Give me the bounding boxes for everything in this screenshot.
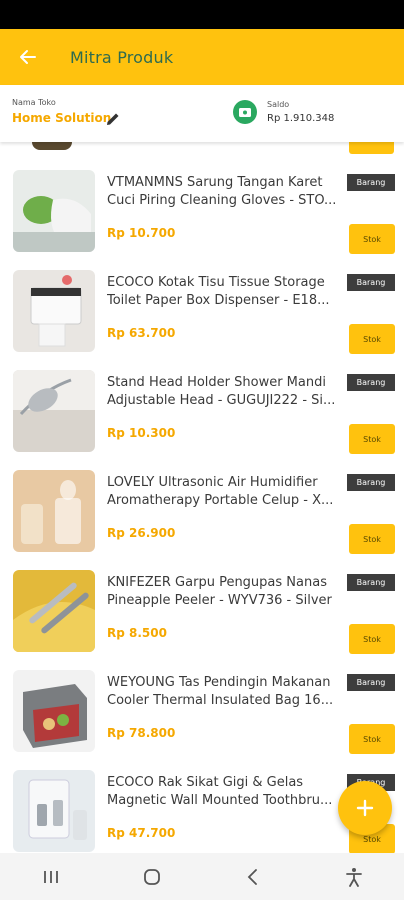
accessibility-icon (345, 867, 362, 887)
product-type-badge: Barang (347, 274, 395, 291)
edit-store-button[interactable] (105, 111, 125, 131)
back-icon (247, 868, 257, 885)
home-icon (143, 868, 160, 885)
system-nav-bar (0, 853, 404, 900)
product-price: Rp 63.700 (107, 326, 176, 340)
system-back-button[interactable] (233, 857, 273, 897)
recents-icon (43, 870, 58, 883)
arrow-left-icon (20, 50, 36, 64)
product-card[interactable]: ECOCO Kotak Tisu Tissue Storage Toilet P… (0, 242, 404, 354)
product-type-badge: Barang (347, 474, 395, 491)
product-card[interactable]: VTMANMNS Sarung Tangan Karet Cuci Piring… (0, 142, 404, 254)
saldo-label: Saldo (267, 100, 290, 109)
product-image-toothbrush-rack (13, 770, 95, 852)
product-type-badge: Barang (347, 374, 395, 391)
product-price: Rp 78.800 (107, 726, 176, 740)
product-name: WEYOUNG Tas Pendingin Makanan Cooler The… (107, 675, 334, 708)
page-title: Mitra Produk (70, 47, 174, 67)
product-price: Rp 47.700 (107, 826, 176, 840)
product-name: VTMANMNS Sarung Tangan Karet Cuci Piring… (107, 175, 337, 208)
home-button[interactable] (132, 857, 172, 897)
product-name: LOVELY Ultrasonic Air Humidifier Aromath… (107, 475, 334, 508)
pencil-icon (107, 113, 119, 125)
product-price: Rp 10.300 (107, 426, 176, 440)
product-name: KNIFEZER Garpu Pengupas Nanas Pineapple … (107, 575, 332, 608)
product-name: ECOCO Rak Sikat Gigi & Gelas Magnetic Wa… (107, 775, 333, 808)
store-name-label: Nama Toko (12, 98, 56, 107)
product-name: ECOCO Kotak Tisu Tissue Storage Toilet P… (107, 275, 330, 308)
plus-icon (356, 799, 374, 817)
product-image-shower-holder (13, 370, 95, 452)
status-bar (0, 0, 404, 29)
store-info-bar: Nama Toko Home Solution Saldo Rp 1.910.3… (0, 85, 404, 142)
saldo-value: Rp 1.910.348 (267, 113, 335, 124)
product-name: Stand Head Holder Shower Mandi Adjustabl… (107, 375, 336, 408)
product-list: VTMANMNS Sarung Tangan Karet Cuci Piring… (0, 142, 404, 853)
back-button[interactable] (0, 29, 56, 85)
product-card[interactable]: WEYOUNG Tas Pendingin Makanan Cooler The… (0, 642, 404, 754)
wallet-icon (233, 100, 257, 124)
product-price: Rp 8.500 (107, 626, 167, 640)
product-type-badge: Barang (347, 674, 395, 691)
product-card[interactable]: KNIFEZER Garpu Pengupas Nanas Pineapple … (0, 542, 404, 654)
product-image-humidifier (13, 470, 95, 552)
product-price: Rp 26.900 (107, 526, 176, 540)
app-bar: Mitra Produk (0, 29, 404, 85)
add-product-button[interactable] (338, 781, 392, 835)
accessibility-button[interactable] (334, 857, 374, 897)
recents-button[interactable] (31, 857, 71, 897)
product-type-badge: Barang (347, 574, 395, 591)
product-image-pineapple-peeler (13, 570, 95, 652)
product-card[interactable]: Stand Head Holder Shower Mandi Adjustabl… (0, 342, 404, 454)
product-card[interactable]: LOVELY Ultrasonic Air Humidifier Aromath… (0, 442, 404, 554)
product-image-cooler-bag (13, 670, 95, 752)
product-type-badge: Barang (347, 174, 395, 191)
product-image-gloves (13, 170, 95, 252)
product-image-tissue-box (13, 270, 95, 352)
product-price: Rp 10.700 (107, 226, 176, 240)
store-name: Home Solution (12, 111, 112, 125)
